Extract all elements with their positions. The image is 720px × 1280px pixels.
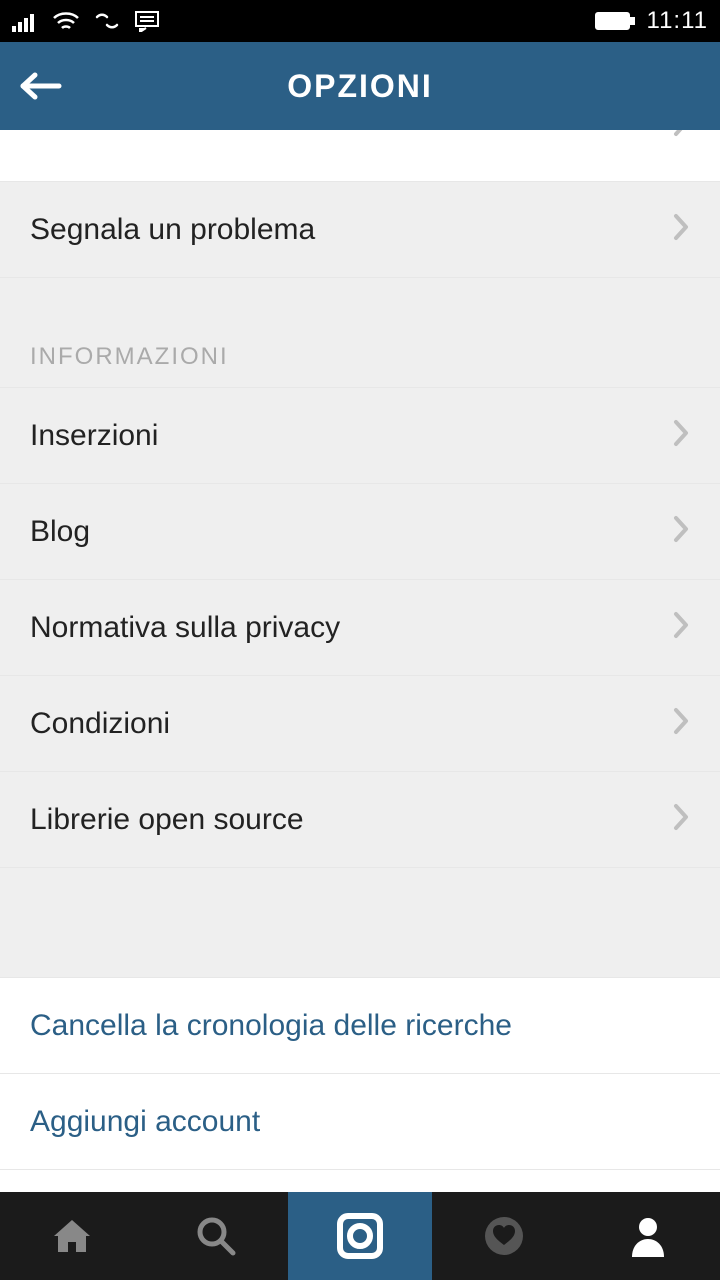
list-item-privacy[interactable]: Normativa sulla privacy xyxy=(0,580,720,676)
list-item-report-problem[interactable]: Segnala un problema xyxy=(0,182,720,278)
nav-search[interactable] xyxy=(144,1192,288,1280)
search-icon xyxy=(195,1215,237,1257)
list-item-label: Centro assistenza xyxy=(30,130,270,134)
person-icon xyxy=(630,1215,666,1257)
list-item-help-center[interactable]: Centro assistenza xyxy=(0,130,720,182)
nav-camera[interactable] xyxy=(288,1192,432,1280)
action-logout[interactable]: Esci xyxy=(0,1170,720,1192)
section-header-info: INFORMAZIONI xyxy=(0,278,720,388)
list-item-label: Segnala un problema xyxy=(30,213,315,247)
list-item-label: Condizioni xyxy=(30,707,170,741)
chevron-right-icon xyxy=(672,130,690,143)
section-title: INFORMAZIONI xyxy=(30,343,229,371)
signal-icon xyxy=(12,10,38,32)
list-item-blog[interactable]: Blog xyxy=(0,484,720,580)
camera-icon xyxy=(335,1211,385,1261)
chevron-right-icon xyxy=(672,706,690,741)
status-bar: 11:11 xyxy=(0,0,720,42)
heart-icon xyxy=(481,1215,527,1257)
action-label: Cancella la cronologia delle ricerche xyxy=(30,1009,512,1043)
nav-home[interactable] xyxy=(0,1192,144,1280)
back-button[interactable] xyxy=(0,42,80,130)
section-spacer xyxy=(0,868,720,978)
battery-icon xyxy=(595,11,635,31)
clock: 11:11 xyxy=(647,7,709,35)
home-icon xyxy=(50,1216,94,1256)
chevron-right-icon xyxy=(672,802,690,837)
bottom-nav xyxy=(0,1192,720,1280)
list-item-label: Librerie open source xyxy=(30,803,304,837)
vibrate-icon xyxy=(94,11,120,31)
action-label: Aggiungi account xyxy=(30,1105,260,1139)
action-add-account[interactable]: Aggiungi account xyxy=(0,1074,720,1170)
app-header: OPZIONI xyxy=(0,42,720,130)
chevron-right-icon xyxy=(672,610,690,645)
wifi-icon xyxy=(52,10,80,32)
chevron-right-icon xyxy=(672,212,690,247)
message-icon xyxy=(134,10,160,32)
nav-activity[interactable] xyxy=(432,1192,576,1280)
list-item-ads[interactable]: Inserzioni xyxy=(0,388,720,484)
list-item-label: Normativa sulla privacy xyxy=(30,611,340,645)
chevron-right-icon xyxy=(672,514,690,549)
list-item-label: Blog xyxy=(30,515,90,549)
list-item-open-source[interactable]: Librerie open source xyxy=(0,772,720,868)
action-clear-search-history[interactable]: Cancella la cronologia delle ricerche xyxy=(0,978,720,1074)
page-title: OPZIONI xyxy=(0,68,720,105)
list-item-terms[interactable]: Condizioni xyxy=(0,676,720,772)
list-item-label: Inserzioni xyxy=(30,419,158,453)
nav-profile[interactable] xyxy=(576,1192,720,1280)
chevron-right-icon xyxy=(672,418,690,453)
content-area: Centro assistenza Segnala un problema IN… xyxy=(0,130,720,1192)
